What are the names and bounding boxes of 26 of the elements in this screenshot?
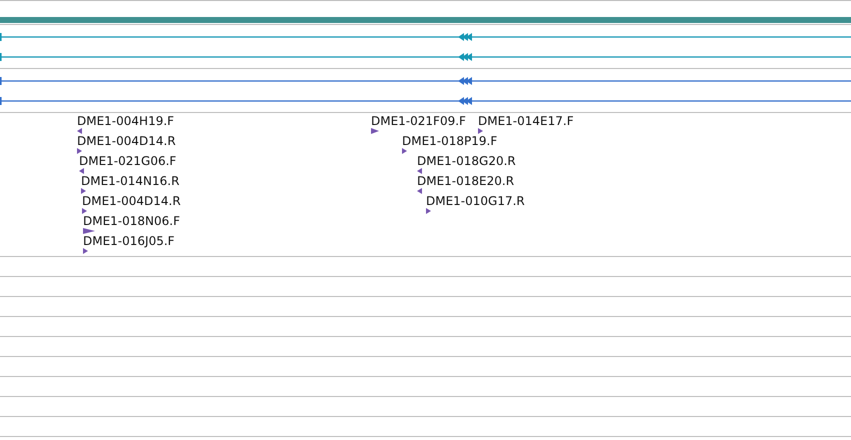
strand-arrow-icon[interactable] <box>417 188 422 194</box>
feature-label: DME1-014N16.R <box>81 174 180 188</box>
feature-label: DME1-021G06.F <box>79 154 176 168</box>
feature-label: DME1-004H19.F <box>77 114 174 128</box>
feature-label: DME1-016J05.F <box>83 234 175 248</box>
strand-arrow-icon[interactable] <box>77 148 82 154</box>
feature-label: DME1-004D14.R <box>77 134 176 148</box>
strand-arrow-icon[interactable] <box>81 188 86 194</box>
strand-arrow-icon[interactable] <box>371 128 379 134</box>
strand-arrow-icon[interactable] <box>426 208 431 214</box>
feature-label: DME1-004D14.R <box>82 194 181 208</box>
strand-arrow-icon[interactable] <box>83 248 88 254</box>
feature-label: DME1-018E20.R <box>417 174 514 188</box>
strand-arrow-icon[interactable] <box>478 128 483 134</box>
feature-label: DME1-010G17.R <box>426 194 525 208</box>
strand-arrow-icon[interactable] <box>82 208 87 214</box>
feature-label: DME1-018P19.F <box>402 134 498 148</box>
feature-label: DME1-021F09.F <box>371 114 466 128</box>
feature-label: DME1-014E17.F <box>478 114 574 128</box>
feature-label: DME1-018N06.F <box>83 214 180 228</box>
strand-arrow-icon[interactable] <box>83 228 95 234</box>
feature-label: DME1-018G20.R <box>417 154 516 168</box>
strand-arrow-icon[interactable] <box>79 168 84 174</box>
strand-arrow-icon[interactable] <box>417 168 422 174</box>
strand-arrow-icon[interactable] <box>402 148 407 154</box>
strand-arrow-icon[interactable] <box>77 128 82 134</box>
